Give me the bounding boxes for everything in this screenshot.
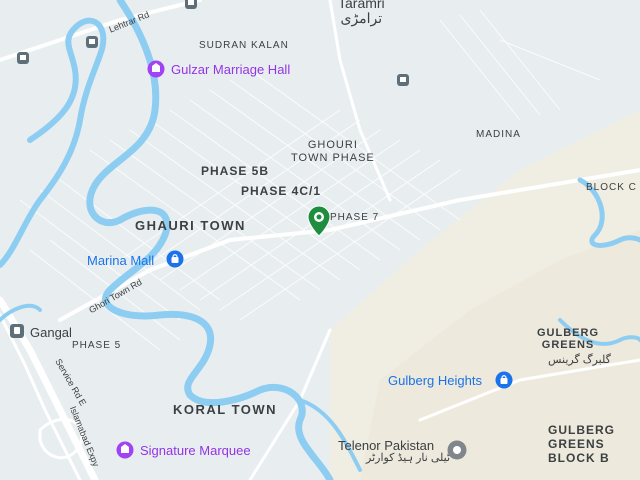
- label-block-c: BLOCK C: [586, 182, 637, 193]
- label-phase-5: PHASE 5: [72, 340, 122, 351]
- marriage-hall-icon[interactable]: [147, 60, 165, 78]
- label-gulberg-greens: GULBERG GREENS: [537, 328, 599, 351]
- bus-stop-icon[interactable]: [396, 73, 410, 87]
- label-phase-4c1: PHASE 4C/1: [241, 184, 322, 198]
- road-north: [328, 0, 392, 202]
- shopping-bag-icon[interactable]: [495, 371, 513, 389]
- bus-stop-icon[interactable]: [16, 51, 30, 65]
- poi-gulzar-marriage-hall[interactable]: Gulzar Marriage Hall: [171, 63, 290, 76]
- label-phase-7: PHASE 7: [330, 212, 380, 223]
- label-gulberg-greens-block-b-line2: GREENS: [548, 437, 605, 451]
- label-ghouri-town-phase-line1: GHOURI: [307, 139, 358, 151]
- label-ghouri-town-phase: GHOURI TOWN PHASE: [291, 140, 375, 164]
- map-canvas[interactable]: Taramri ترامڑی SUDRAN KALAN MADINA GHOUR…: [0, 0, 640, 480]
- bus-stop-icon[interactable]: [85, 35, 99, 49]
- label-ghouri-town-phase-line2: TOWN PHASE: [291, 152, 375, 164]
- label-gulberg-greens-block-b-line3: BLOCK B: [548, 451, 610, 465]
- label-taramri-en: Taramri: [338, 0, 385, 11]
- label-sudran-kalan: SUDRAN KALAN: [199, 40, 289, 51]
- business-icon[interactable]: [447, 440, 467, 460]
- label-gulberg-greens-line1: GULBERG: [537, 327, 599, 339]
- poi-signature-marquee[interactable]: Signature Marquee: [140, 444, 251, 457]
- label-taramri: Taramri ترامڑی: [338, 0, 385, 25]
- label-gulberg-greens-block-b: GULBERG GREENS BLOCK B: [548, 424, 615, 464]
- label-gulberg-greens-block-b-line1: GULBERG: [548, 423, 615, 437]
- label-madina: MADINA: [476, 129, 521, 140]
- label-gangal: Gangal: [30, 325, 72, 340]
- poi-telenor-pakistan-ur: ٹیلی نار ہیڈ کوارٹر: [366, 452, 451, 464]
- transit-station-icon[interactable]: [9, 323, 25, 339]
- map-base-layer: [0, 0, 640, 480]
- bus-stop-icon[interactable]: [184, 0, 198, 10]
- poi-marina-mall[interactable]: Marina Mall: [87, 254, 154, 267]
- label-gulberg-greens-ur: گلبرگ گرینس: [548, 354, 611, 366]
- label-phase-5b: PHASE 5B: [201, 164, 270, 178]
- marquee-icon[interactable]: [116, 441, 134, 459]
- shopping-bag-icon[interactable]: [166, 250, 184, 268]
- label-ghauri-town: GHAURI TOWN: [135, 218, 246, 233]
- label-gulberg-greens-line2: GREENS: [541, 339, 595, 351]
- poi-gulberg-heights[interactable]: Gulberg Heights: [388, 374, 482, 387]
- label-koral-town: KORAL TOWN: [173, 402, 278, 417]
- label-taramri-ur: ترامڑی: [340, 10, 383, 26]
- location-pin-icon[interactable]: [307, 205, 331, 237]
- poi-telenor-pakistan[interactable]: Telenor Pakistan: [338, 439, 434, 452]
